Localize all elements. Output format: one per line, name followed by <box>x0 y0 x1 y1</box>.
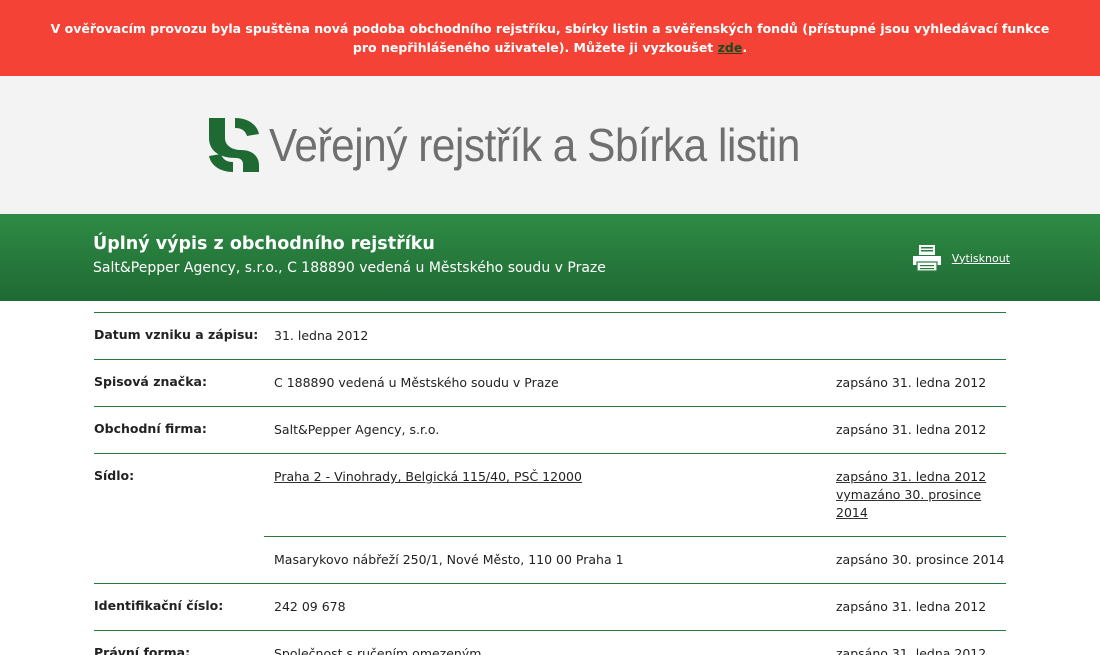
table-row: Spisová značka: C 188890 vedená u Městsk… <box>94 359 1006 406</box>
notice-link[interactable]: zde <box>718 40 743 55</box>
row-value: Praha 2 - Vinohrady, Belgická 115/40, PS… <box>274 469 582 484</box>
print-label: Vytisknout <box>951 251 1010 265</box>
row-date: zapsáno 31. ledna 2012 <box>836 469 987 484</box>
row-date: zapsáno 31. ledna 2012 <box>836 422 987 437</box>
row-date: zapsáno 31. ledna 2012 <box>836 599 987 614</box>
table-row: Identifikační číslo: 242 09 678 zapsáno … <box>94 583 1006 630</box>
row-date <box>836 327 1006 345</box>
verification-notice-banner: V ověřovacím provozu byla spuštěna nová … <box>0 0 1100 76</box>
extract-table: Datum vzniku a zápisu: 31. ledna 2012 Sp… <box>0 301 1100 655</box>
print-button[interactable]: Vytisknout <box>912 244 1010 272</box>
row-value: Společnost s ručením omezeným <box>274 646 482 655</box>
row-date: zapsáno 30. prosince 2014 <box>836 552 1005 567</box>
table-row: Sídlo: Praha 2 - Vinohrady, Belgická 115… <box>94 453 1006 583</box>
row-entry: Společnost s ručením omezeným zapsáno 31… <box>264 631 1006 655</box>
table-row: Obchodní firma: Salt&Pepper Agency, s.r.… <box>94 406 1006 453</box>
site-title: Veřejný rejstřík a Sbírka listin <box>269 119 800 171</box>
extract-header: Úplný výpis z obchodního rejstříku Salt&… <box>0 214 1100 301</box>
row-entry-deleted: Praha 2 - Vinohrady, Belgická 115/40, PS… <box>264 454 1006 536</box>
row-label: Obchodní firma: <box>94 421 207 436</box>
row-label: Identifikační číslo: <box>94 598 224 613</box>
table-row: Datum vzniku a zápisu: 31. ledna 2012 <box>94 312 1006 359</box>
row-label: Sídlo: <box>94 468 135 483</box>
row-value: 242 09 678 <box>274 599 346 614</box>
brand-header: Veřejný rejstřík a Sbírka listin <box>0 76 1100 214</box>
row-value: Salt&Pepper Agency, s.r.o. <box>274 422 440 437</box>
row-label: Spisová značka: <box>94 374 207 389</box>
row-date-deleted: vymazáno 30. prosince 2014 <box>836 487 982 520</box>
row-value: Masarykovo nábřeží 250/1, Nové Město, 11… <box>274 552 624 567</box>
table-row: Právní forma: Společnost s ručením omeze… <box>94 630 1006 655</box>
notice-tail: . <box>742 40 748 55</box>
printer-icon <box>912 245 941 272</box>
row-entry: Salt&Pepper Agency, s.r.o. zapsáno 31. l… <box>264 407 1006 453</box>
row-label: Datum vzniku a zápisu: <box>94 327 259 342</box>
row-entry: 242 09 678 zapsáno 31. ledna 2012 <box>264 584 1006 630</box>
notice-text: V ověřovacím provozu byla spuštěna nová … <box>50 21 1050 55</box>
row-date: zapsáno 31. ledna 2012 <box>836 646 987 655</box>
row-date: zapsáno 31. ledna 2012 <box>836 375 987 390</box>
registry-logo-icon <box>209 118 259 172</box>
row-entry: Masarykovo nábřeží 250/1, Nové Město, 11… <box>264 536 1006 583</box>
row-label: Právní forma: <box>94 645 191 655</box>
row-entry: 31. ledna 2012 <box>264 313 1006 359</box>
row-value: 31. ledna 2012 <box>274 328 369 343</box>
row-entry: C 188890 vedená u Městského soudu v Praz… <box>264 360 1006 406</box>
row-value: C 188890 vedená u Městského soudu v Praz… <box>274 375 559 390</box>
